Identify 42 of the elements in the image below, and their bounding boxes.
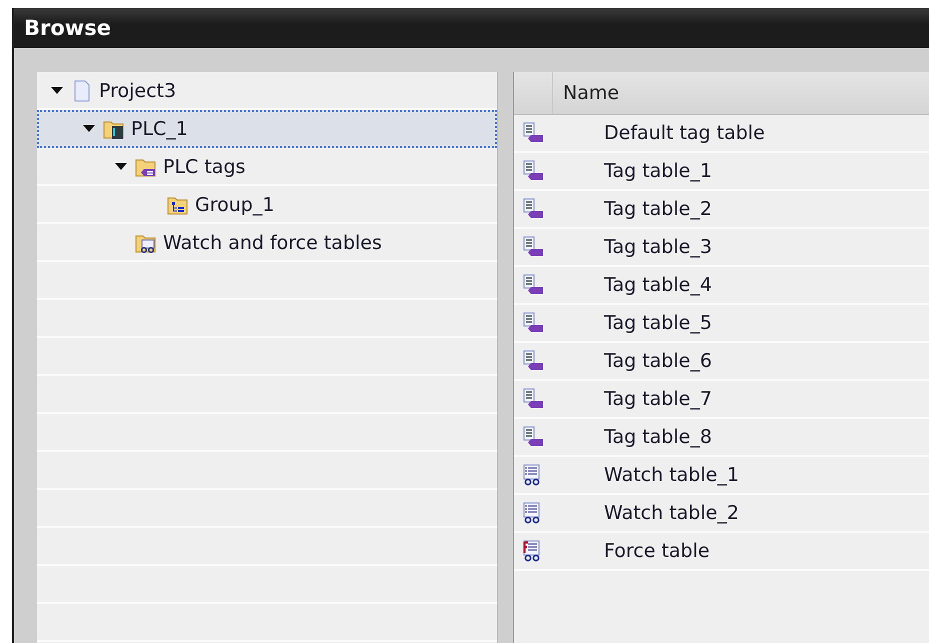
table-cell: Tag table_1 (604, 160, 712, 182)
tag-list-icon (522, 274, 544, 296)
table-cell: Watch table_1 (604, 464, 739, 486)
table-row[interactable]: Tag table_7 (514, 381, 929, 419)
tree-item[interactable]: Project3 (37, 72, 497, 110)
table-cell: Tag table_3 (604, 236, 712, 258)
table-cell: Force table (604, 540, 710, 562)
tree-item[interactable]: PLC_1 (37, 110, 497, 148)
table-row[interactable]: Tag table_3 (514, 229, 929, 267)
table-cell: Tag table_4 (604, 274, 712, 296)
tree-item[interactable]: PLC tags (37, 148, 497, 186)
table-cell: Watch table_2 (604, 502, 739, 524)
table-cell: Tag table_8 (604, 426, 712, 448)
tag-list-icon (522, 160, 544, 182)
expand-triangle-icon[interactable] (51, 87, 63, 95)
expand-triangle-icon[interactable] (83, 125, 95, 133)
tag-list-icon (522, 350, 544, 372)
window-title: Browse (24, 16, 111, 40)
tag-list-icon (522, 122, 544, 144)
expand-triangle-icon[interactable] (115, 163, 127, 171)
table-row[interactable]: Tag table_6 (514, 343, 929, 381)
tree-item[interactable]: Watch and force tables (37, 224, 497, 262)
table-cell: Tag table_7 (604, 388, 712, 410)
table-row[interactable]: Tag table_5 (514, 305, 929, 343)
tag-list-icon (522, 312, 544, 334)
table-row[interactable]: Tag table_2 (514, 191, 929, 229)
table-row[interactable]: Default tag table (514, 115, 929, 153)
table-row[interactable]: Force table (514, 533, 929, 571)
tag-list-icon (522, 388, 544, 410)
tag-list-icon (522, 236, 544, 258)
tag-list-icon (522, 426, 544, 448)
tag-list-icon (522, 198, 544, 220)
table-row[interactable]: Tag table_1 (514, 153, 929, 191)
table-cell: Tag table_2 (604, 198, 712, 220)
table-cell: Tag table_6 (604, 350, 712, 372)
table-row[interactable]: Watch table_1 (514, 457, 929, 495)
table-row[interactable]: Watch table_2 (514, 495, 929, 533)
table-cell: Tag table_5 (604, 312, 712, 334)
table-row[interactable]: Tag table_8 (514, 419, 929, 457)
tree-item[interactable]: Group_1 (37, 186, 497, 224)
table-row[interactable]: Tag table_4 (514, 267, 929, 305)
table-cell: Default tag table (604, 122, 765, 144)
